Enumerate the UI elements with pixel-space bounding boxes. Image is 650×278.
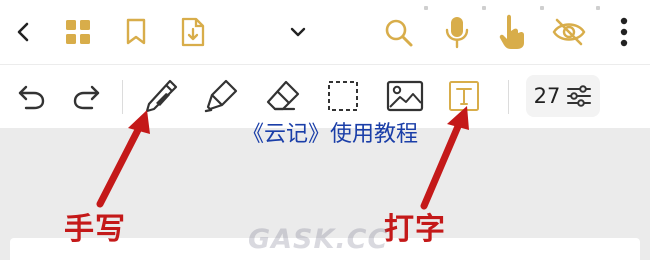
font-size-value: 27	[533, 84, 561, 108]
watermark: GASK.CC	[248, 224, 389, 255]
settings-sliders-icon	[566, 84, 592, 108]
grid-icon[interactable]	[62, 16, 94, 48]
toolbar-divider	[508, 80, 509, 114]
eye-off-icon[interactable]	[550, 16, 588, 48]
touch-icon[interactable]	[494, 12, 530, 52]
badge-dot	[424, 6, 428, 10]
search-icon[interactable]	[382, 16, 416, 50]
typing-label: 打字	[384, 212, 446, 247]
handwriting-label: 手写	[64, 212, 126, 247]
microphone-icon[interactable]	[440, 14, 474, 50]
lasso-select-icon[interactable]	[324, 78, 362, 114]
undo-icon[interactable]	[14, 80, 50, 114]
badge-dot	[540, 6, 544, 10]
redo-icon[interactable]	[68, 80, 104, 114]
badge-dot	[482, 6, 486, 10]
eraser-icon[interactable]	[262, 76, 304, 116]
export-icon[interactable]	[176, 15, 210, 49]
font-size-control[interactable]: 27	[526, 75, 600, 117]
more-vertical-icon[interactable]	[612, 14, 636, 50]
back-icon[interactable]	[10, 18, 38, 46]
chevron-down-icon[interactable]	[284, 19, 312, 45]
tutorial-title: 《云记》使用教程	[241, 122, 418, 147]
highlighter-icon[interactable]	[200, 76, 242, 116]
top-bar	[0, 0, 650, 62]
pen-icon[interactable]	[140, 76, 182, 116]
text-icon[interactable]	[446, 78, 482, 114]
badge-dot	[596, 6, 600, 10]
image-icon[interactable]	[384, 78, 426, 114]
toolbar-divider	[122, 80, 123, 114]
bookmark-icon[interactable]	[120, 16, 152, 48]
